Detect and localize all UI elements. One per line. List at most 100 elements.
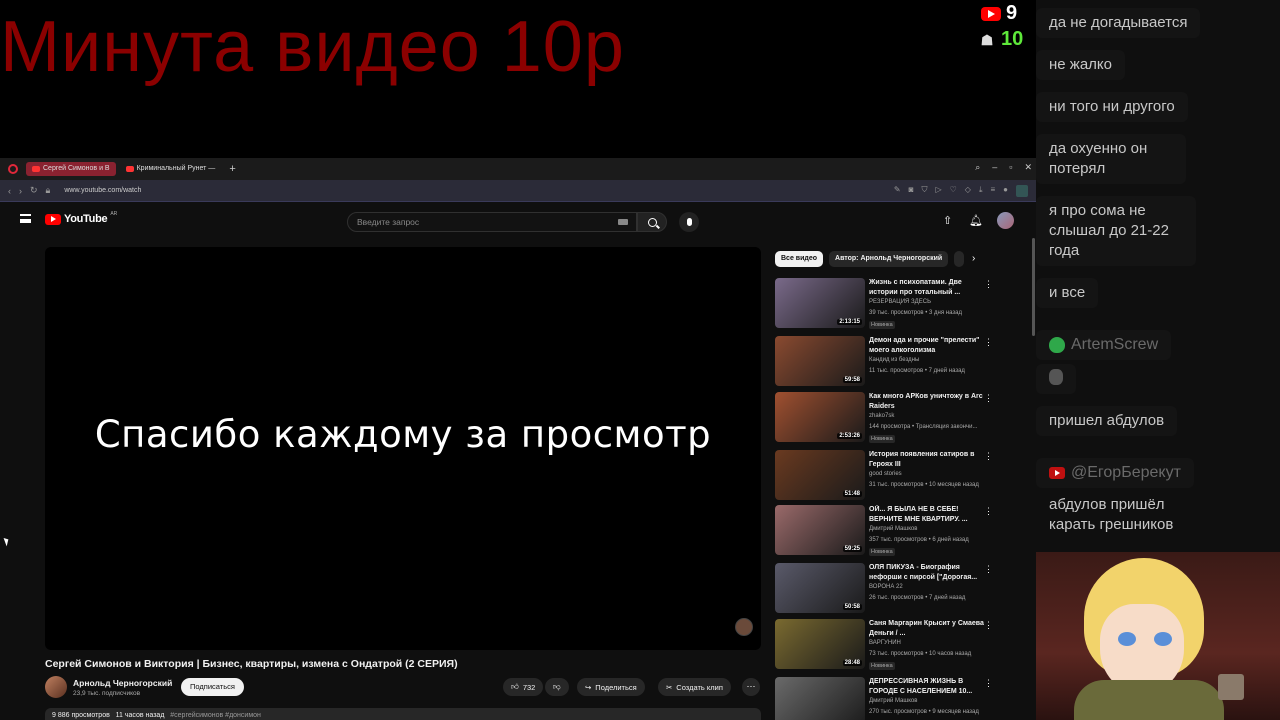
profile-icon[interactable]: ● <box>1003 185 1008 197</box>
video-thumbnail[interactable]: 59:25 <box>775 505 865 555</box>
video-thumbnail[interactable]: 59:58 <box>775 336 865 386</box>
search-icon[interactable]: ⌕ <box>975 162 980 173</box>
dislike-button[interactable]: 👎︎ <box>545 678 569 696</box>
search-button[interactable] <box>637 212 667 232</box>
url-field[interactable]: www.youtube.com/watch <box>64 187 141 194</box>
kebab-menu-icon[interactable]: ⋮ <box>984 506 993 517</box>
heart-icon[interactable]: ♡ <box>950 185 957 197</box>
recommendation-channel[interactable]: Дмитрий Машков <box>869 526 917 532</box>
hamburger-menu-icon[interactable] <box>20 214 31 223</box>
chevron-right-icon[interactable]: › <box>972 253 975 264</box>
download-icon[interactable]: ⤓ <box>979 185 983 197</box>
recommendation-channel[interactable]: Дмитрий Машков <box>869 698 917 704</box>
tab-inactive[interactable]: Криминальный Рунет — <box>120 162 222 176</box>
reload-icon[interactable]: ↻ <box>30 185 38 196</box>
edit-icon[interactable]: ✎ <box>894 185 901 197</box>
tab-active[interactable]: Сергей Симонов и В <box>26 162 116 176</box>
video-thumbnail[interactable]: 51:48 <box>775 450 865 500</box>
chat-message: и все <box>1036 278 1099 308</box>
play-icon[interactable]: ▷ <box>935 185 941 197</box>
camera-icon[interactable]: ◙ <box>909 185 914 197</box>
kebab-menu-icon[interactable]: ⋮ <box>984 678 993 689</box>
recommendation-title[interactable]: Саня Маргарин Крысит у Смаева Деньги / .… <box>869 619 987 639</box>
kebab-menu-icon[interactable]: ⋮ <box>984 393 993 404</box>
publish-date: 11 часов назад <box>115 712 165 719</box>
recommendation-title[interactable]: Демон ада и прочие "прелести" моего алко… <box>869 336 987 356</box>
video-title: Сергей Симонов и Виктория | Бизнес, квар… <box>45 658 458 670</box>
upload-icon[interactable]: ⇧ <box>943 214 952 227</box>
forward-icon[interactable]: › <box>19 186 22 196</box>
voice-search-button[interactable] <box>679 212 699 232</box>
menu-icon[interactable]: ≡ <box>990 185 995 197</box>
chip-partial[interactable] <box>954 251 965 267</box>
video-player[interactable]: Спасибо каждому за просмотр <box>45 247 761 650</box>
chip-all[interactable]: Все видео <box>775 251 824 267</box>
recommendation-item[interactable]: 51:48 История появления сатиров в Героях … <box>775 450 1025 502</box>
recommendation-meta: 39 тыс. просмотров • 3 дня назад <box>869 310 962 316</box>
recommendation-title[interactable]: Как много АРКов уничтожу в Arc Raiders <box>869 392 987 412</box>
view-count: 9 886 просмотров <box>52 712 110 719</box>
recommendation-channel[interactable]: ВОРОНА 22 <box>869 584 903 590</box>
kebab-menu-icon[interactable]: ⋮ <box>984 620 993 631</box>
account-avatar[interactable] <box>997 212 1014 229</box>
video-thumbnail[interactable]: 2:53:26 <box>775 392 865 442</box>
recommendation-item[interactable]: 59:58 Демон ада и прочие "прелести" моего… <box>775 336 1025 388</box>
more-actions-button[interactable]: ⋯ <box>742 678 760 696</box>
window-controls: ⌕ – ▫ ✕ <box>975 162 1032 173</box>
chat-message: абдулов пришёл карать грешников <box>1049 496 1174 533</box>
video-duration: 51:48 <box>842 491 862 497</box>
hashtags[interactable]: #сергейсимонов #донсимон <box>170 712 261 719</box>
kebab-menu-icon[interactable]: ⋮ <box>984 451 993 462</box>
like-button[interactable]: 👍︎ 732 <box>503 678 544 696</box>
close-icon[interactable]: ✕ <box>1024 162 1032 173</box>
recommendation-item[interactable]: 50:58 ОЛЯ ПИКУЗА - Биография нефорши с пи… <box>775 563 1025 615</box>
maximize-icon[interactable]: ▫ <box>1009 162 1012 173</box>
recommendation-item[interactable]: 28:48 Саня Маргарин Крысит у Смаева Деньг… <box>775 619 1025 671</box>
video-thumbnail[interactable] <box>775 677 865 720</box>
minimize-icon[interactable]: – <box>992 162 997 173</box>
shield-icon[interactable]: ⛉ <box>921 185 927 197</box>
recommendation-item[interactable]: 59:25 ОЙ... Я БЫЛА НЕ В СЕБЕ! ВЕРНИТЕ МНЕ… <box>775 505 1025 557</box>
channel-name[interactable]: Арнольд Черногорский <box>73 678 172 688</box>
scrollbar[interactable] <box>1032 238 1035 336</box>
new-tab-icon[interactable]: + <box>229 163 235 175</box>
kebab-menu-icon[interactable]: ⋮ <box>984 564 993 575</box>
notifications-bell-icon[interactable]: 🔔︎ <box>969 214 983 227</box>
recommendation-item[interactable]: ДЕПРЕССИВНАЯ ЖИЗНЬ В ГОРОДЕ С НАСЕЛЕНИЕМ… <box>775 677 1025 720</box>
kebab-menu-icon[interactable]: ⋮ <box>984 337 993 348</box>
recommendation-channel[interactable]: Кандид из бездны <box>869 357 919 363</box>
video-duration: 59:58 <box>842 377 862 383</box>
chip-author[interactable]: Автор: Арнольд Черногорский <box>829 251 949 267</box>
recommendation-channel[interactable]: РЕЗЕРВАЦИЯ ЗДЕСЬ <box>869 299 931 305</box>
recommendation-item[interactable]: 2:13:15 Жизнь с психопатами. Две истории … <box>775 278 1025 330</box>
recommendation-title[interactable]: ОЛЯ ПИКУЗА - Биография нефорши с пирсой … <box>869 563 987 583</box>
kebab-menu-icon[interactable]: ⋮ <box>984 279 993 290</box>
video-thumbnail[interactable]: 28:48 <box>775 619 865 669</box>
subscribe-button[interactable]: Подписаться <box>181 678 244 696</box>
channel-watermark-icon[interactable] <box>735 618 753 636</box>
recommendation-title[interactable]: История появления сатиров в Героях III <box>869 450 987 470</box>
recommendation-item[interactable]: 2:53:26 Как много АРКов уничтожу в Arc Ra… <box>775 392 1025 444</box>
share-button[interactable]: ↪ Поделиться <box>577 678 645 696</box>
recommendation-title[interactable]: Жизнь с психопатами. Две истории про тот… <box>869 278 987 298</box>
channel-avatar[interactable] <box>45 676 67 698</box>
cube-icon[interactable]: ◇ <box>965 185 971 197</box>
vtuber-avatar <box>1034 552 1280 720</box>
recommendation-channel[interactable]: ВАРГУНИН <box>869 640 901 646</box>
emote-icon <box>1049 369 1063 385</box>
opera-icon[interactable] <box>8 164 18 174</box>
video-thumbnail[interactable]: 50:58 <box>775 563 865 613</box>
recommendation-title[interactable]: ОЙ... Я БЫЛА НЕ В СЕБЕ! ВЕРНИТЕ МНЕ КВАР… <box>869 505 987 525</box>
keyboard-icon[interactable] <box>618 219 628 225</box>
recommendation-channel[interactable]: zhako7sk <box>869 413 894 419</box>
recommendation-channel[interactable]: good stories <box>869 471 902 477</box>
extension-icon[interactable] <box>1016 185 1028 197</box>
youtube-logo[interactable]: YouTube AR <box>45 211 117 225</box>
search-input[interactable]: Введите запрос <box>347 212 637 232</box>
description-box[interactable]: 9 886 просмотров 11 часов назад #сергейс… <box>45 708 761 720</box>
clip-button[interactable]: ✂ Создать клип <box>658 678 731 696</box>
back-icon[interactable]: ‹ <box>8 186 11 196</box>
video-thumbnail[interactable]: 2:13:15 <box>775 278 865 328</box>
recommendation-title[interactable]: ДЕПРЕССИВНАЯ ЖИЗНЬ В ГОРОДЕ С НАСЕЛЕНИЕМ… <box>869 677 987 697</box>
recommendation-meta: 357 тыс. просмотров • 6 дней назад <box>869 537 969 543</box>
